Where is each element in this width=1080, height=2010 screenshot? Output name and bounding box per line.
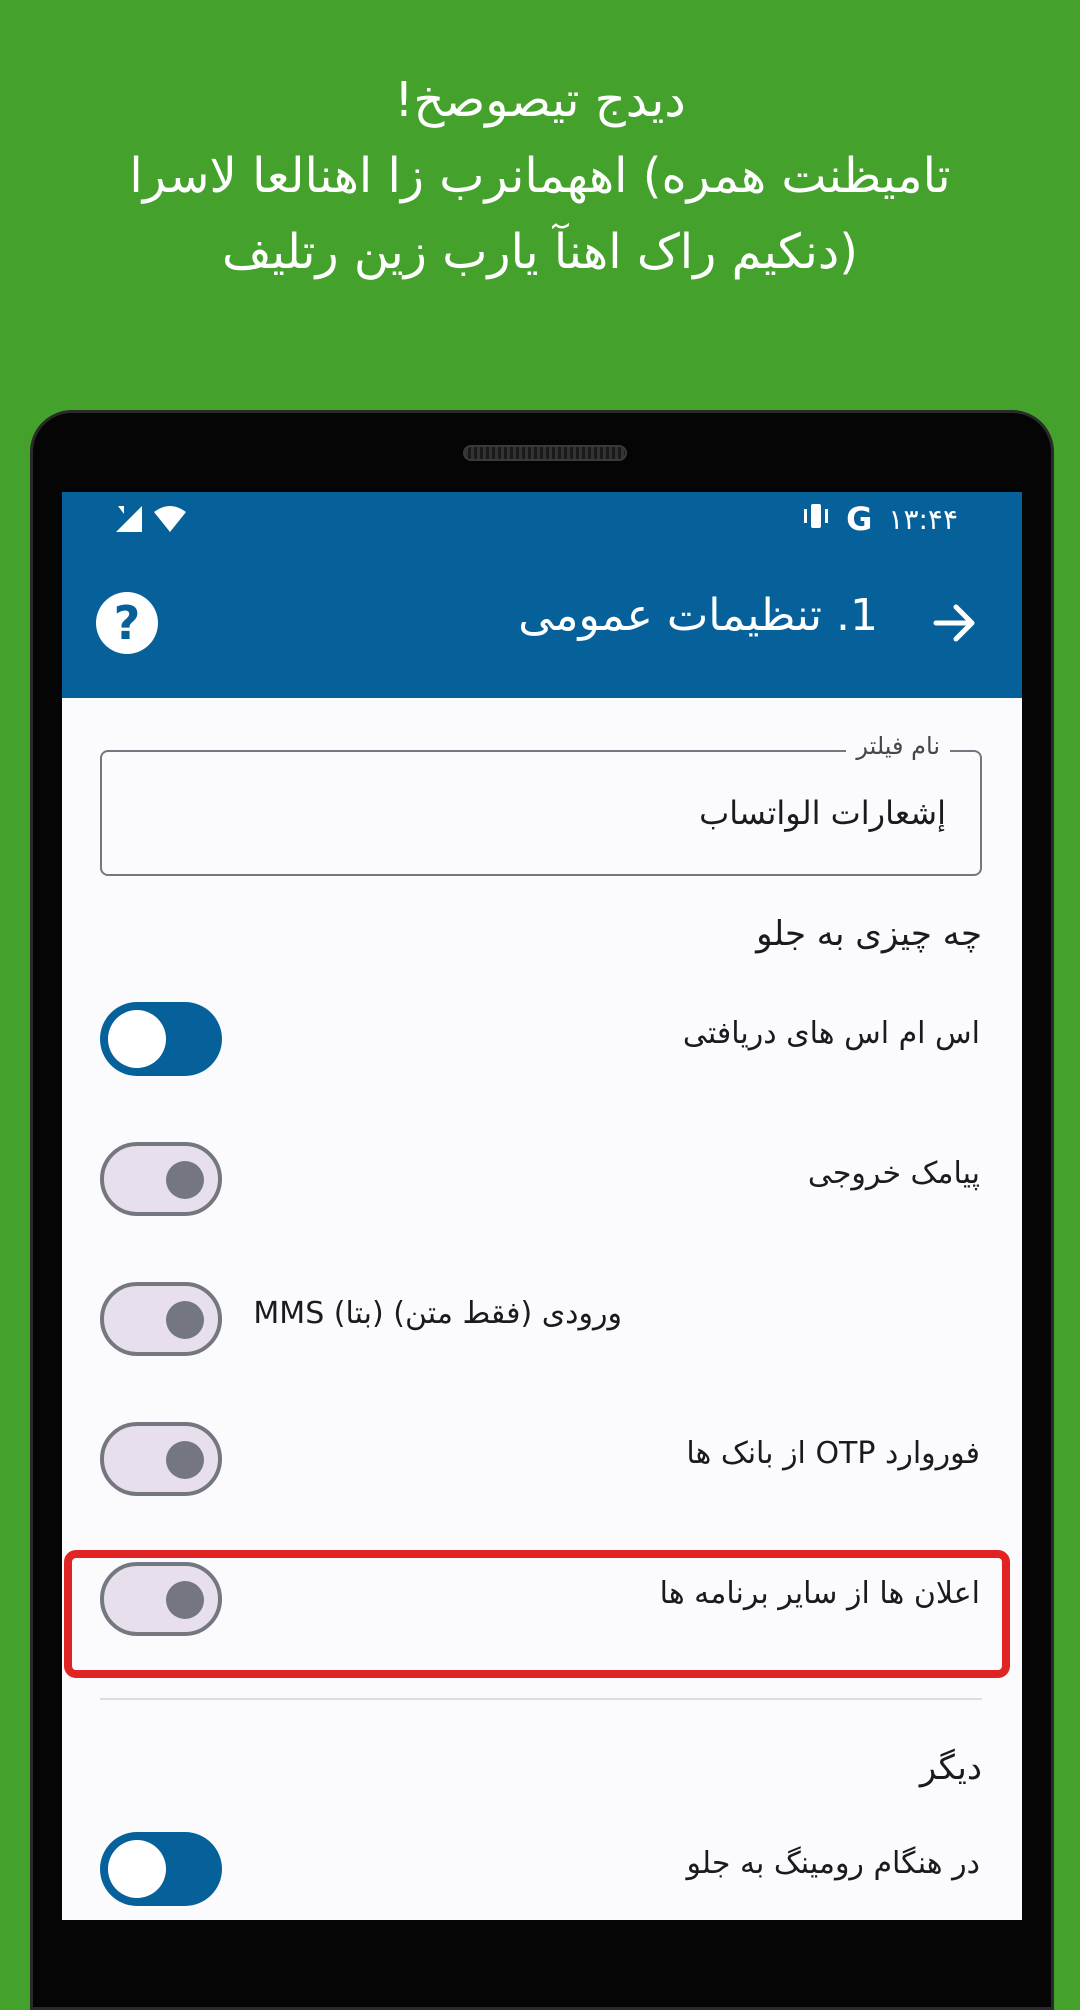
status-right: G ۱۳:۴۴ bbox=[802, 500, 958, 538]
filter-name-label: نام فیلتر bbox=[846, 732, 950, 760]
status-bar: G ۱۳:۴۴ bbox=[62, 492, 1022, 550]
filter-name-value[interactable]: إشعارات الواتساب bbox=[699, 794, 946, 832]
phone-screen: G ۱۳:۴۴ ? 1. تنظیمات عمومی نام فیلتر إشع… bbox=[62, 492, 1022, 1920]
forward-when-roaming-label: در هنگام رومینگ به جلو bbox=[686, 1846, 980, 1881]
app-bar: ? 1. تنظیمات عمومی bbox=[62, 550, 1022, 698]
forward-outgoing-sms-row[interactable]: پیامک خروجی bbox=[100, 1138, 982, 1218]
forward-outgoing-sms-toggle[interactable] bbox=[100, 1142, 222, 1216]
help-button[interactable]: ? bbox=[96, 592, 158, 654]
promo-line-1: دیدج تیصوصخ! bbox=[394, 72, 686, 128]
vibrate-icon bbox=[802, 501, 830, 538]
forward-incoming-sms-row[interactable]: اس ام اس های دریافتی bbox=[100, 998, 982, 1078]
forward-mms-row[interactable]: ورودی (فقط متن) (بتا) MMS bbox=[100, 1278, 982, 1358]
promo-header: دیدج تیصوصخ! تامیظنت هم​ره) اه​همانرب زا… bbox=[0, 0, 1080, 400]
toggle-knob bbox=[166, 1441, 204, 1479]
status-time: ۱۳:۴۴ bbox=[888, 502, 958, 536]
google-icon: G bbox=[846, 500, 873, 538]
forward-bank-otp-toggle[interactable] bbox=[100, 1422, 222, 1496]
page-title: 1. تنظیمات عمومی bbox=[518, 590, 878, 641]
wifi-icon bbox=[152, 504, 188, 538]
forward-outgoing-sms-label: پیامک خروجی bbox=[807, 1156, 980, 1191]
forward-bank-otp-label: فوروارد OTP از بانک ها bbox=[686, 1436, 980, 1471]
forward-mms-toggle[interactable] bbox=[100, 1282, 222, 1356]
toggle-knob bbox=[166, 1301, 204, 1339]
highlight-box bbox=[64, 1550, 1010, 1678]
section-divider bbox=[100, 1698, 982, 1700]
forward-when-roaming-row[interactable]: در هنگام رومینگ به جلو bbox=[100, 1828, 982, 1908]
other-heading: دیگر bbox=[919, 1748, 982, 1788]
status-left bbox=[114, 504, 188, 538]
forward-mms-label: ورودی (فقط متن) (بتا) MMS bbox=[253, 1296, 622, 1331]
signal-icon bbox=[114, 504, 144, 538]
filter-name-field[interactable]: نام فیلتر إشعارات الواتساب bbox=[100, 732, 982, 876]
speaker-grille bbox=[463, 445, 627, 461]
promo-line-2: تامیظنت هم​ره) اه​همانرب زا اه​نالعا لاس… bbox=[129, 148, 951, 204]
toggle-knob bbox=[166, 1161, 204, 1199]
forward-incoming-sms-label: اس ام اس های دریافتی bbox=[682, 1016, 980, 1051]
forward-incoming-sms-toggle[interactable] bbox=[100, 1002, 222, 1076]
toggle-knob bbox=[108, 1010, 166, 1068]
what-to-forward-heading: چه چیزی به جلو bbox=[756, 914, 982, 954]
back-arrow-icon[interactable] bbox=[928, 596, 982, 650]
forward-when-roaming-toggle[interactable] bbox=[100, 1832, 222, 1906]
toggle-knob bbox=[108, 1840, 166, 1898]
promo-line-3: (دنک​یم راک اهنآ یارب زین رتلیف bbox=[222, 224, 858, 280]
forward-bank-otp-row[interactable]: فوروارد OTP از بانک ها bbox=[100, 1418, 982, 1498]
